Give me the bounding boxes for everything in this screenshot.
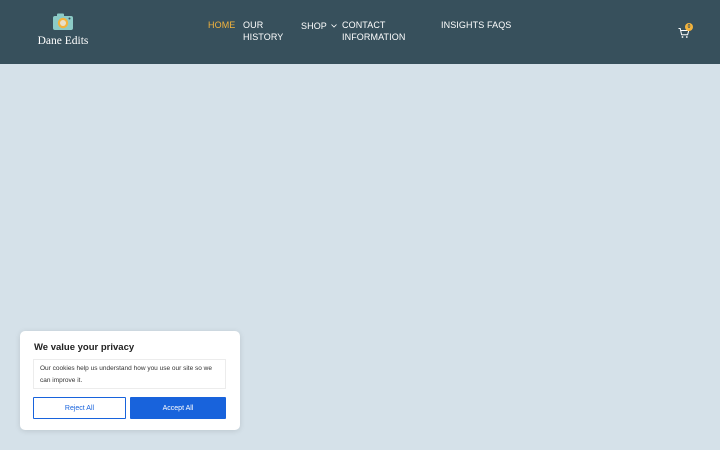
chevron-down-icon	[331, 19, 338, 31]
nav-home[interactable]: HOME	[208, 19, 235, 31]
site-logo[interactable]: Dane Edits	[34, 12, 92, 52]
site-header: Dane Edits HOME OUR HISTORY SHOP CONTACT…	[0, 0, 720, 64]
cookie-title: We value your privacy	[34, 342, 135, 353]
brand-name: Dane Edits	[37, 35, 89, 47]
cart-count-badge: 0	[685, 23, 693, 31]
reject-all-button[interactable]: Reject All	[33, 397, 126, 419]
nav-contact-information[interactable]: CONTACT INFORMATION	[342, 19, 422, 43]
nav-our-history[interactable]: OUR HISTORY	[243, 19, 287, 43]
cookie-consent-banner: We value your privacy Our cookies help u…	[20, 331, 240, 430]
camera-logo-icon	[53, 13, 73, 30]
accept-all-button[interactable]: Accept All	[130, 397, 226, 419]
cookie-description: Our cookies help us understand how you u…	[33, 359, 226, 389]
nav-insights[interactable]: INSIGHTS	[441, 19, 484, 31]
nav-shop-label: SHOP	[301, 21, 327, 31]
nav-shop[interactable]: SHOP	[301, 19, 338, 32]
nav-faqs[interactable]: FAQS	[487, 19, 511, 31]
